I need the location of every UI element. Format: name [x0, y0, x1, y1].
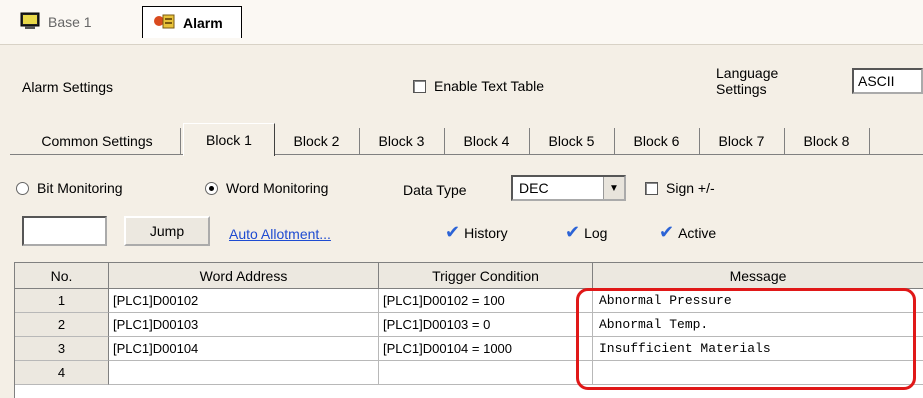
trigger-condition-cell[interactable]: [PLC1]D00102 = 100	[379, 289, 593, 313]
radio-button-selected[interactable]	[205, 181, 218, 195]
word-address-cell[interactable]: [PLC1]D00103	[109, 313, 379, 337]
check-icon: ✔	[445, 222, 461, 242]
enable-text-table-checkbox[interactable]: Enable Text Table	[413, 78, 544, 94]
history-toggle[interactable]: ✔ History	[445, 222, 508, 243]
column-header-word-address: Word Address	[109, 263, 379, 289]
tab-block-5[interactable]: Block 5	[529, 128, 615, 154]
word-address-cell[interactable]: [PLC1]D00104	[109, 337, 379, 361]
auto-allotment-link[interactable]: Auto Allotment...	[229, 226, 331, 242]
column-header-trigger-condition: Trigger Condition	[379, 263, 593, 289]
tab-base-1[interactable]: Base 1	[10, 6, 102, 38]
log-label: Log	[584, 224, 608, 241]
tab-block-6[interactable]: Block 6	[614, 128, 700, 154]
screen-icon	[20, 12, 40, 33]
enable-text-table-label: Enable Text Table	[434, 78, 545, 94]
tab-block-2[interactable]: Block 2	[274, 128, 360, 154]
word-address-cell[interactable]	[109, 361, 379, 385]
tab-block-8[interactable]: Block 8	[784, 128, 870, 154]
check-icon: ✔	[565, 222, 581, 242]
active-toggle[interactable]: ✔ Active	[659, 222, 716, 243]
row-number: 2	[15, 313, 109, 337]
row-number: 1	[15, 289, 109, 313]
trigger-condition-cell[interactable]: [PLC1]D00104 = 1000	[379, 337, 593, 361]
row-number: 3	[15, 337, 109, 361]
active-label: Active	[678, 224, 717, 241]
word-address-cell[interactable]: [PLC1]D00102	[109, 289, 379, 313]
bit-monitoring-radio[interactable]: Bit Monitoring	[16, 180, 123, 196]
bit-monitoring-label: Bit Monitoring	[37, 180, 123, 196]
tab-alarm[interactable]: Alarm	[142, 6, 242, 38]
column-header-message: Message	[593, 263, 923, 289]
document-tab-bar: Base 1 Alarm	[0, 0, 923, 45]
tab-block-7[interactable]: Block 7	[699, 128, 785, 154]
word-monitoring-label: Word Monitoring	[226, 180, 329, 196]
message-highlight-callout	[576, 288, 916, 390]
word-monitoring-radio[interactable]: Word Monitoring	[205, 180, 328, 196]
alarm-settings-title: Alarm Settings	[22, 79, 114, 95]
checkbox-box[interactable]	[645, 181, 658, 195]
language-label-line-1: Language	[716, 65, 779, 81]
checkbox-box[interactable]	[413, 79, 426, 93]
column-header-no: No.	[15, 263, 109, 289]
jump-input[interactable]	[22, 216, 107, 246]
block-tab-bar: Common Settings Block 1 Block 2 Block 3 …	[10, 120, 923, 156]
tab-block-4[interactable]: Block 4	[444, 128, 530, 154]
tab-common-settings[interactable]: Common Settings	[14, 128, 181, 154]
log-toggle[interactable]: ✔ Log	[565, 222, 607, 243]
trigger-condition-cell[interactable]: [PLC1]D00103 = 0	[379, 313, 593, 337]
tab-block-1[interactable]: Block 1	[183, 123, 275, 156]
tab-label: Base 1	[48, 14, 92, 30]
history-label: History	[464, 224, 508, 241]
sign-label: Sign +/-	[666, 180, 715, 196]
sign-checkbox[interactable]: Sign +/-	[645, 180, 715, 196]
alarm-icon	[153, 12, 175, 33]
tab-block-3[interactable]: Block 3	[359, 128, 445, 154]
data-type-label: Data Type	[403, 182, 467, 198]
radio-button[interactable]	[16, 181, 29, 195]
tab-label: Alarm	[183, 14, 223, 31]
language-settings-label: Language Settings	[716, 65, 778, 97]
language-select[interactable]: ASCII	[852, 68, 923, 94]
chevron-down-icon[interactable]: ▼	[603, 177, 624, 199]
trigger-condition-cell[interactable]	[379, 361, 593, 385]
jump-button[interactable]: Jump	[124, 216, 210, 246]
row-number: 4	[15, 361, 109, 385]
check-icon: ✔	[659, 222, 675, 242]
data-type-dropdown[interactable]: DEC ▼	[511, 175, 626, 201]
data-type-value: DEC	[519, 180, 549, 196]
language-label-line-2: Settings	[716, 81, 767, 97]
